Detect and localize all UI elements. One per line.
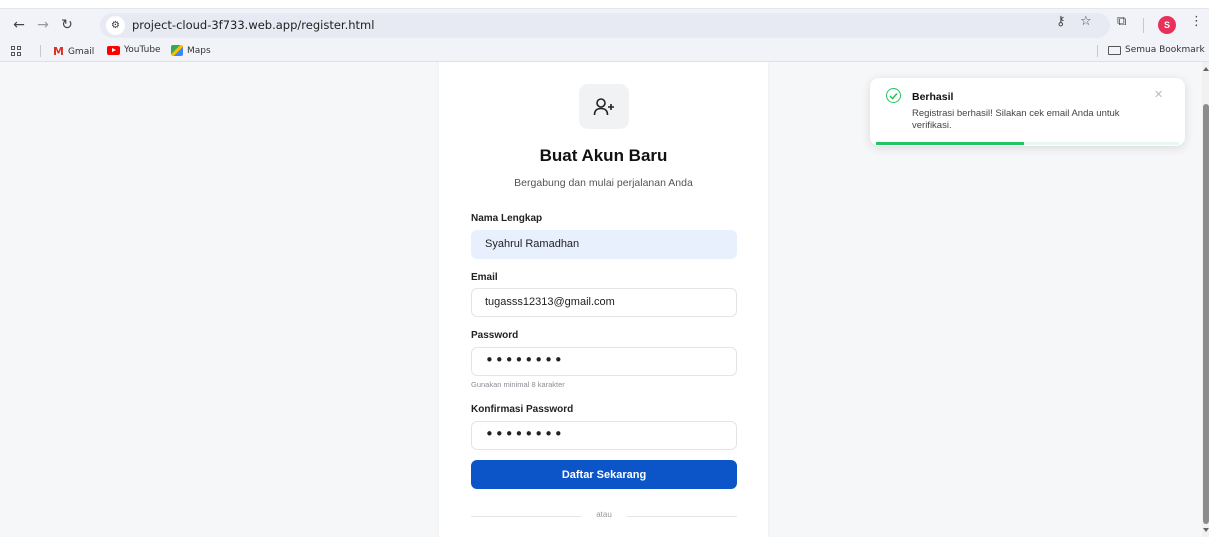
user-plus-icon	[579, 84, 629, 129]
register-card: Buat Akun Baru Bergabung dan mulai perja…	[439, 62, 768, 537]
confirm-password-field[interactable]: ••••••••	[471, 421, 737, 450]
toast-title: Berhasil	[912, 91, 954, 103]
check-circle-icon	[886, 88, 901, 103]
url-text[interactable]: project-cloud-3f733.web.app/register.htm…	[132, 18, 374, 32]
divider-text: atau	[596, 510, 612, 519]
scroll-down-icon[interactable]	[1203, 528, 1209, 532]
name-field[interactable]: Syahrul Ramadhan	[471, 230, 737, 259]
divider-line-left	[471, 516, 581, 517]
toast-message: Registrasi berhasil! Silakan cek email A…	[912, 108, 1120, 131]
gmail-icon: M	[53, 45, 64, 58]
extensions-icon[interactable]: ⧉	[1117, 14, 1126, 29]
menu-kebab-icon[interactable]: ⋮	[1190, 14, 1203, 29]
reload-icon[interactable]: ↻	[57, 15, 77, 35]
email-label: Email	[471, 272, 498, 283]
profile-avatar[interactable]: S	[1158, 16, 1176, 34]
divider-line-right	[627, 516, 737, 517]
site-settings-icon[interactable]: ⚙	[106, 16, 125, 35]
password-hint: Gunakan minimal 8 karakter	[471, 380, 565, 389]
apps-grid-icon[interactable]	[11, 46, 21, 56]
all-bookmarks-label: Semua Bookmark	[1125, 45, 1205, 55]
submit-button[interactable]: Daftar Sekarang	[471, 460, 737, 489]
toast-progress-track	[876, 142, 1179, 145]
bookmark-gmail[interactable]: M Gmail	[53, 45, 94, 58]
password-field[interactable]: ••••••••	[471, 347, 737, 376]
user-plus-svg	[593, 97, 614, 115]
browser-toolbar: ← → ↻ ⚙ project-cloud-3f733.web.app/regi…	[0, 8, 1209, 41]
check-svg	[889, 92, 898, 100]
scroll-thumb[interactable]	[1203, 104, 1209, 524]
bookmarks-bar: M Gmail YouTube Maps Semua Bookmark	[0, 41, 1209, 62]
toast-progress-fill	[876, 142, 1025, 145]
confirm-password-label: Konfirmasi Password	[471, 404, 574, 415]
bookmark-label: Maps	[187, 45, 211, 56]
email-field[interactable]: tugasss12313@gmail.com	[471, 288, 737, 317]
page-subtitle: Bergabung dan mulai perjalanan Anda	[514, 177, 693, 189]
forward-icon[interactable]: →	[33, 15, 53, 35]
top-strip	[0, 0, 1209, 8]
name-label: Nama Lengkap	[471, 213, 543, 224]
page-scrollbar[interactable]	[1202, 62, 1209, 537]
bookmarks-divider	[1097, 45, 1098, 57]
page-title: Buat Akun Baru	[539, 146, 668, 165]
close-icon[interactable]: ✕	[1154, 88, 1163, 101]
toolbar-divider	[1143, 18, 1144, 33]
password-key-icon[interactable]: ⚷	[1056, 14, 1066, 29]
address-bar[interactable]: ⚙ project-cloud-3f733.web.app/register.h…	[100, 13, 1110, 38]
youtube-icon	[107, 45, 120, 55]
bookmark-star-icon[interactable]: ☆	[1080, 14, 1092, 29]
success-toast: Berhasil Registrasi berhasil! Silakan ce…	[870, 78, 1185, 146]
bookmark-maps[interactable]: Maps	[171, 45, 211, 56]
folder-icon	[1108, 45, 1121, 55]
maps-icon	[171, 45, 183, 56]
bookmarks-divider	[40, 45, 41, 57]
bookmark-youtube[interactable]: YouTube	[107, 45, 161, 55]
all-bookmarks[interactable]: Semua Bookmark	[1108, 45, 1205, 55]
password-label: Password	[471, 330, 519, 341]
back-icon[interactable]: ←	[9, 15, 29, 35]
bookmark-label: YouTube	[124, 45, 161, 55]
profile-initial: S	[1163, 20, 1170, 30]
bookmark-label: Gmail	[67, 46, 95, 57]
scroll-up-icon[interactable]	[1203, 67, 1209, 71]
